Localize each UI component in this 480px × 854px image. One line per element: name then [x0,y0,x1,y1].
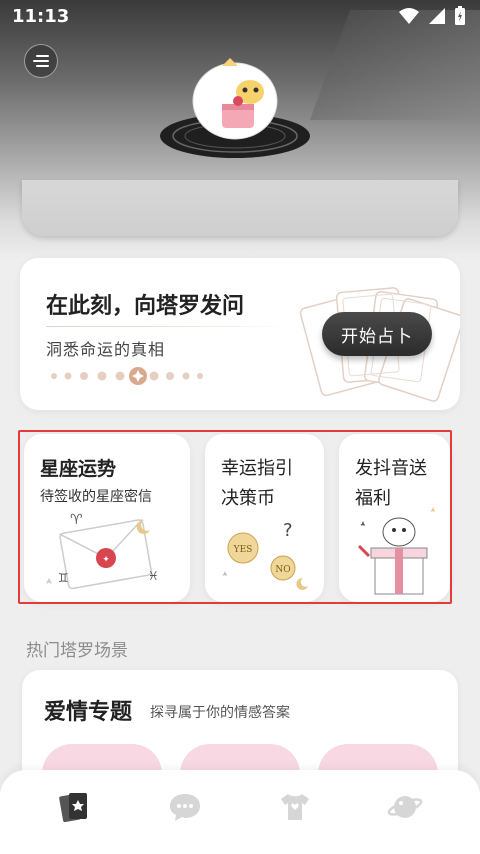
planet-icon [387,796,423,818]
tarot-divider [46,326,286,327]
love-title: 爱情专题 [44,699,133,725]
battery-icon [455,6,465,25]
mascot-illustration [160,58,310,158]
highlight-annotation [18,430,452,604]
signal-icon [429,8,445,24]
wifi-icon [399,8,419,24]
tarot-cards-icon [59,793,87,823]
menu-button[interactable] [24,44,58,78]
tab-chat[interactable] [161,783,209,831]
love-subtitle: 探寻属于你的情感答案 [150,705,290,721]
tshirt-icon [281,794,309,820]
hero-platform [22,180,458,236]
status-icons [398,6,466,26]
tarot-card[interactable]: 在此刻，向塔罗发问 洞悉命运的真相 开始占卜 [20,258,460,410]
tarot-subtitle: 洞悉命运的真相 [46,340,166,359]
status-time: 11:13 [12,6,70,27]
bottom-tab-bar [0,770,480,854]
status-bar: 11:13 [0,0,480,34]
tab-shop[interactable] [271,783,319,831]
chat-bubble-icon [170,794,200,821]
menu-icon [33,55,49,67]
section-title: 热门塔罗场景 [26,641,128,661]
moon-phase-icon [51,367,203,385]
start-divination-button[interactable]: 开始占卜 [322,312,432,356]
tarot-title: 在此刻，向塔罗发问 [46,293,245,319]
tab-tarot[interactable] [51,783,99,831]
tab-explore[interactable] [381,783,429,831]
